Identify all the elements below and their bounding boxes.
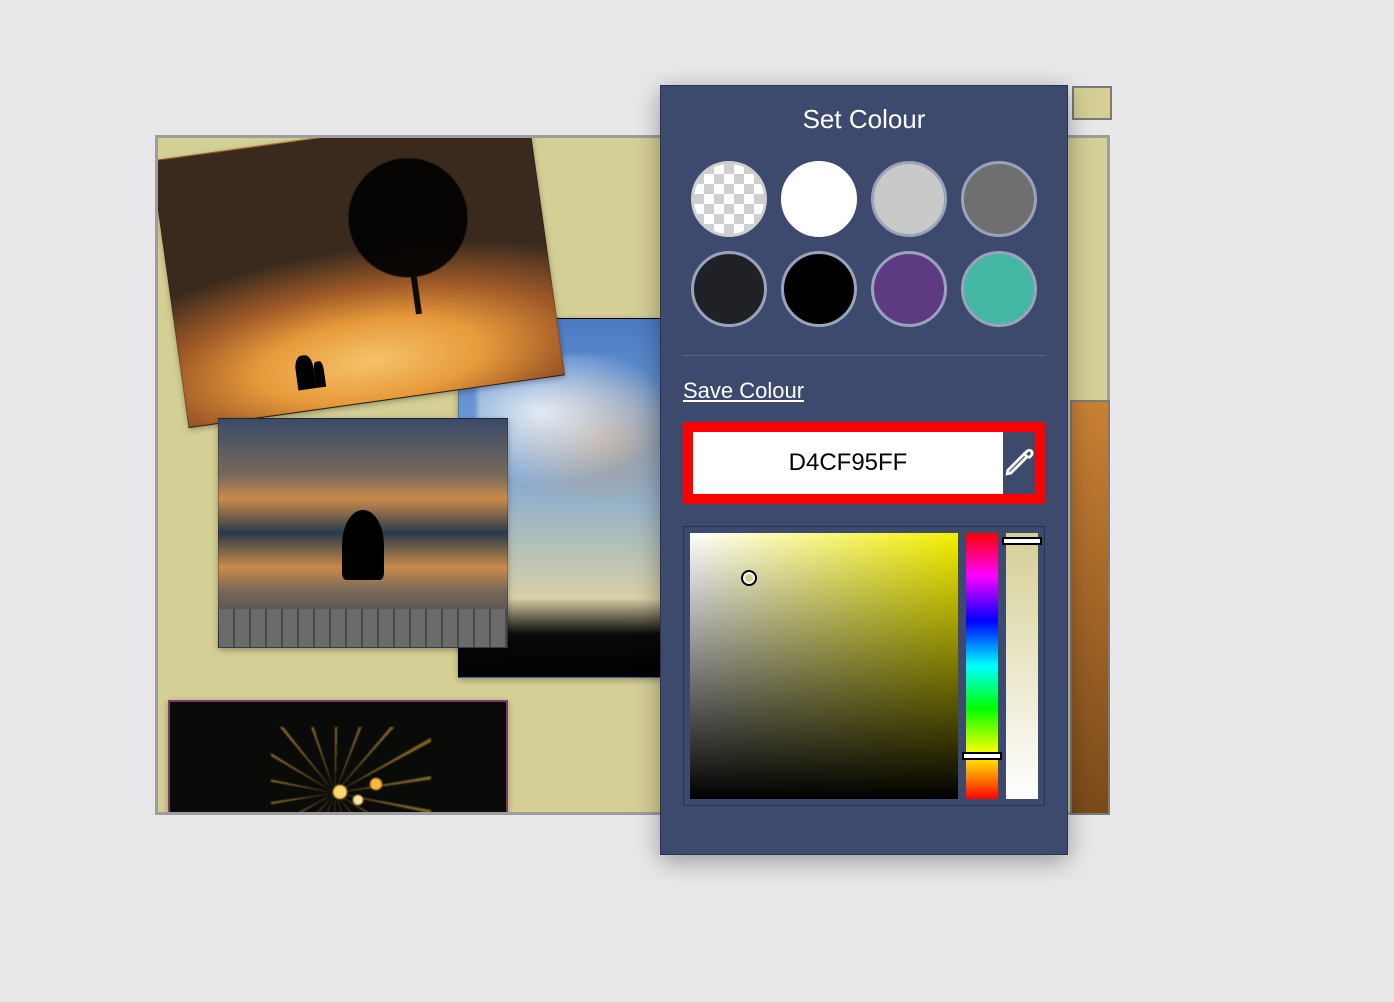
swatch-purple[interactable]	[871, 251, 947, 327]
eyedropper-button[interactable]	[1003, 432, 1037, 494]
collage-image[interactable]	[168, 700, 508, 815]
swatch-grey[interactable]	[961, 161, 1037, 237]
preset-swatch-grid	[683, 161, 1045, 355]
divider	[683, 355, 1045, 356]
swatch-white[interactable]	[781, 161, 857, 237]
collage-image[interactable]	[1070, 400, 1110, 815]
swatch-black[interactable]	[781, 251, 857, 327]
hex-input[interactable]	[693, 432, 1003, 494]
swatch-teal[interactable]	[961, 251, 1037, 327]
swatch-light-grey[interactable]	[871, 161, 947, 237]
hue-handle[interactable]	[962, 752, 1002, 760]
hex-row-highlight	[683, 422, 1045, 504]
save-colour-link[interactable]: Save Colour	[683, 378, 804, 404]
saturation-value-box[interactable]	[690, 533, 958, 799]
eyedropper-icon	[1003, 444, 1037, 483]
swatch-charcoal[interactable]	[691, 251, 767, 327]
alpha-handle[interactable]	[1002, 537, 1042, 545]
collage-image[interactable]	[218, 418, 508, 648]
hex-row	[693, 432, 1035, 494]
alpha-slider[interactable]	[1006, 533, 1038, 799]
hue-slider[interactable]	[966, 533, 998, 799]
current-colour-chip[interactable]	[1072, 86, 1112, 120]
sv-handle[interactable]	[741, 570, 757, 586]
panel-title: Set Colour	[683, 104, 1045, 135]
colour-picker-area	[683, 526, 1045, 806]
set-colour-panel: Set Colour Save Colour	[660, 85, 1068, 855]
swatch-transparent[interactable]	[691, 161, 767, 237]
